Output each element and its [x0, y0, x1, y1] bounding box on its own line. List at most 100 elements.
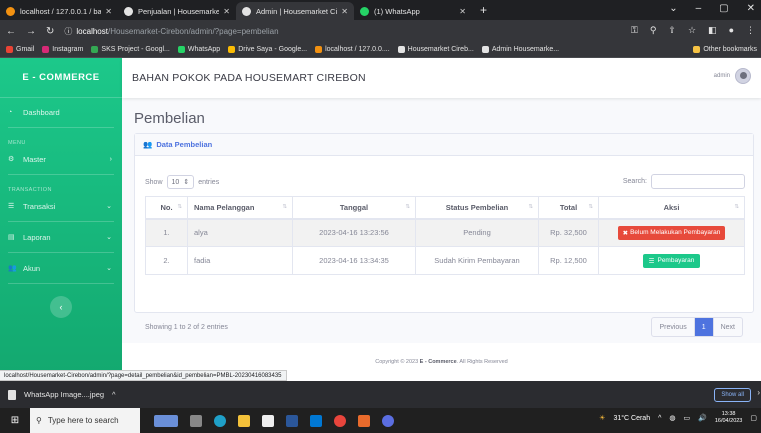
pagination-next[interactable]: Next: [714, 318, 742, 336]
sidebar-toggle-button[interactable]: ‹: [50, 296, 72, 318]
bookmark-gmail[interactable]: Gmail: [6, 46, 34, 53]
taskbar: ⊞ ⚲ Type here to search ☀ 31°C Cerah ^ ◍…: [0, 408, 761, 433]
key-icon[interactable]: ⚿: [631, 25, 638, 36]
star-icon[interactable]: ☆: [688, 25, 696, 36]
network-icon[interactable]: ◍: [669, 414, 675, 422]
share-icon[interactable]: ⇪: [668, 25, 676, 36]
tab-search-icon[interactable]: ⌄: [669, 3, 677, 14]
bookmark-sks[interactable]: SKS Project - Googl...: [91, 46, 170, 53]
app-icon[interactable]: [382, 414, 394, 427]
cell-status: Pending: [415, 218, 539, 247]
column-header-aksi[interactable]: Aksi ⇅: [598, 196, 745, 220]
column-header-tanggal[interactable]: Tanggal ⇅: [292, 196, 416, 220]
whatsapp-icon: [360, 6, 369, 16]
browser-tab-whatsapp[interactable]: (1) WhatsApp ✕: [354, 2, 472, 20]
menu-icon[interactable]: ⋮: [746, 25, 755, 36]
close-icon[interactable]: ✕: [459, 7, 466, 16]
sort-icon: ⇅: [282, 204, 287, 210]
app-icon[interactable]: [154, 414, 178, 427]
battery-icon[interactable]: ▭: [684, 414, 691, 422]
close-window-icon[interactable]: ✕: [747, 3, 755, 14]
bookmark-admin[interactable]: Admin Housemarke...: [481, 46, 559, 53]
topbar: BAHAN POKOK PADA HOUSEMART CIREBON admin: [122, 58, 761, 98]
mail-icon[interactable]: [310, 414, 322, 427]
column-header-total[interactable]: Total ⇅: [538, 196, 599, 220]
browser-tab-admin[interactable]: Admin | Housemarket Cirebon ✕: [236, 2, 354, 20]
close-icon: ✖: [622, 229, 629, 237]
cell-status: Sudah Kirim Pembayaran: [415, 246, 539, 275]
belum-bayar-button[interactable]: ✖ Belum Melakukan Pembayaran: [617, 225, 726, 240]
bookmark-localhost[interactable]: localhost / 127.0.0....: [315, 46, 390, 53]
pagination-previous[interactable]: Previous: [652, 318, 695, 336]
app-icon[interactable]: [358, 414, 370, 427]
sidebar-item-transaksi[interactable]: ☰ Transaksi ⌄: [0, 195, 122, 217]
chevron-up-icon[interactable]: ^: [658, 415, 661, 422]
forward-icon[interactable]: →: [26, 26, 36, 37]
search-input[interactable]: [651, 174, 745, 189]
info-icon[interactable]: ⓘ: [64, 26, 72, 37]
sidebar-item-laporan[interactable]: ▤ Laporan ⌄: [0, 226, 122, 248]
entries-select[interactable]: 10 ⇕: [166, 175, 195, 189]
bookmark-drive[interactable]: Drive Saya - Google...: [228, 46, 307, 53]
drive-icon: [228, 46, 236, 53]
minimize-icon[interactable]: –: [696, 3, 702, 14]
new-tab-icon[interactable]: +: [472, 3, 495, 20]
maximize-icon[interactable]: ▢: [719, 3, 728, 14]
sidebar-item-dashboard[interactable]: ◔ Dashboard: [0, 101, 122, 123]
clock[interactable]: 13:38 16/04/2023: [715, 411, 743, 425]
user-menu[interactable]: admin: [714, 68, 751, 84]
chevron-down-icon: ⌄: [106, 234, 112, 241]
avatar: [735, 68, 751, 84]
column-header-no[interactable]: No. ⇅: [145, 196, 188, 220]
reload-icon[interactable]: ↻: [46, 26, 54, 37]
chevron-left-icon: ‹: [59, 302, 63, 312]
store-icon[interactable]: [262, 414, 274, 427]
sidepanel-icon[interactable]: ◧: [708, 25, 717, 36]
sidebar-heading-menu: MENU: [8, 140, 26, 146]
word-icon[interactable]: [286, 414, 298, 427]
close-icon[interactable]: ✕: [341, 7, 348, 16]
close-icon[interactable]: ✕: [223, 7, 230, 16]
card-header: 👥 Data Pembelian: [135, 134, 753, 156]
site-icon: [397, 46, 405, 53]
close-icon[interactable]: ›: [757, 388, 760, 397]
chevron-down-icon: ⌄: [106, 203, 112, 210]
sidebar-heading-transaction: TRANSACTION: [8, 187, 52, 193]
cell-no: 2.: [145, 246, 188, 275]
url-field[interactable]: localhost/Housemarket-Cirebon/admin/?pag…: [76, 27, 278, 36]
edge-icon[interactable]: [214, 414, 226, 427]
browser-tab-phpmyadmin[interactable]: localhost / 127.0.0.1 / bahan_pok ✕: [0, 2, 118, 20]
zoom-icon[interactable]: ⚲: [650, 25, 657, 36]
explorer-icon[interactable]: [238, 414, 250, 427]
download-bar: WhatsApp Image....jpeg ^ Show all ›: [0, 381, 761, 408]
windows-start-icon[interactable]: ⊞: [0, 415, 30, 426]
column-header-status[interactable]: Status Pembelian ⇅: [415, 196, 539, 220]
chrome-icon[interactable]: [334, 414, 346, 427]
search-icon: ⚲: [36, 416, 42, 425]
back-icon[interactable]: ←: [6, 26, 16, 37]
download-item[interactable]: WhatsApp Image....jpeg: [24, 390, 104, 399]
profile-icon[interactable]: ●: [729, 25, 734, 36]
browser-tab-penjualan[interactable]: Penjualan | Housemarket Cirebon ✕: [118, 2, 236, 20]
show-all-button[interactable]: Show all: [714, 388, 751, 402]
bookmark-instagram[interactable]: Instagram: [42, 46, 83, 53]
sidebar-item-master[interactable]: ⚙ Master ›: [0, 148, 122, 170]
pembayaran-button[interactable]: ☰ Pembayaran: [642, 253, 701, 268]
volume-icon[interactable]: 🔊: [698, 414, 707, 422]
pagination-page-1[interactable]: 1: [694, 318, 714, 336]
notification-icon[interactable]: ▢: [750, 414, 757, 422]
chevron-up-icon[interactable]: ^: [112, 390, 116, 399]
task-view-icon[interactable]: [190, 414, 202, 427]
close-icon[interactable]: ✕: [105, 7, 112, 16]
cell-no: 1.: [145, 218, 188, 247]
taskbar-search[interactable]: ⚲ Type here to search: [30, 408, 140, 433]
sort-icon: ⇅: [177, 204, 182, 210]
cell-tanggal: 2023-04-16 13:34:35: [292, 246, 416, 275]
bookmark-housemarket[interactable]: Housemarket Cireb...: [397, 46, 474, 53]
weather-text[interactable]: 31°C Cerah: [613, 415, 650, 422]
sidebar-brand[interactable]: E - COMMERCE: [0, 58, 122, 98]
bookmark-other[interactable]: Other bookmarks: [693, 42, 761, 57]
sidebar-item-akun[interactable]: 👥 Akun ⌄: [0, 257, 122, 279]
bookmark-whatsapp[interactable]: WhatsApp: [177, 46, 220, 53]
column-header-nama[interactable]: Nama Pelanggan ⇅: [187, 196, 293, 220]
